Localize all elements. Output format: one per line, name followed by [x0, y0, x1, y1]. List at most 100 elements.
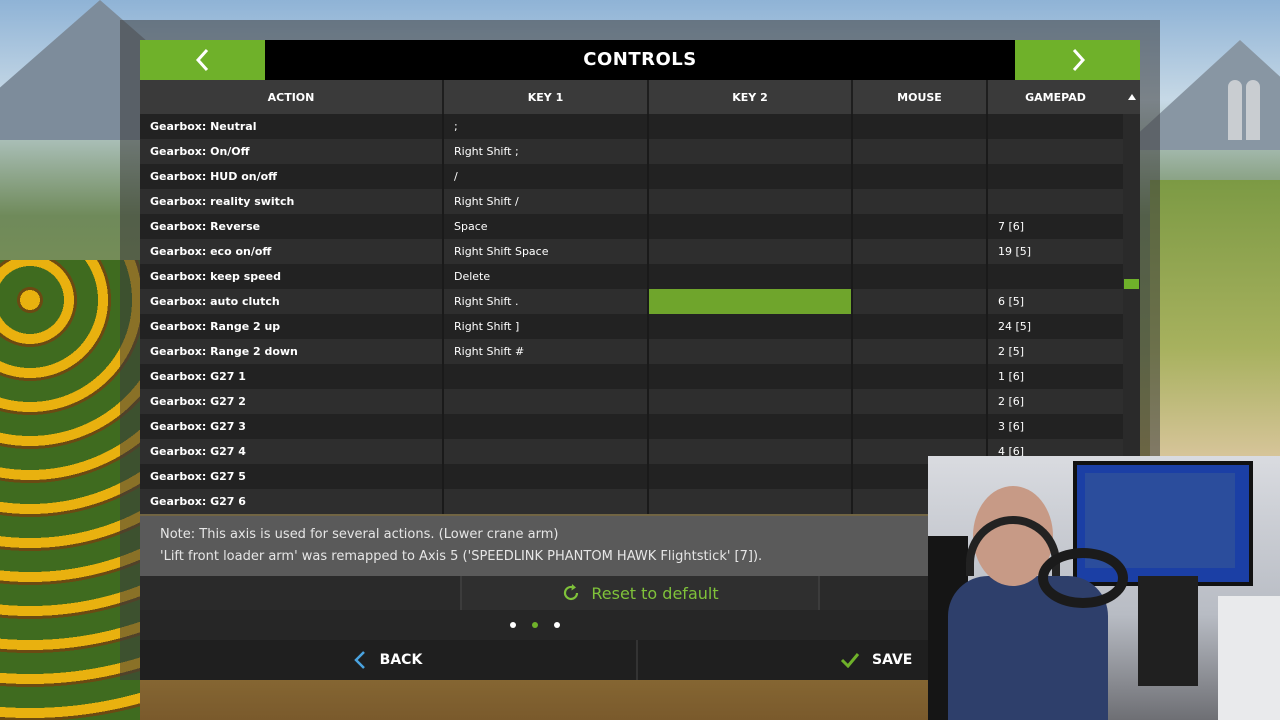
table-row[interactable]: Gearbox: keep speed Delete [140, 264, 1123, 289]
page-dot[interactable] [532, 622, 538, 628]
column-header-key1[interactable]: KEY 1 [444, 80, 649, 114]
binding-cell-key1[interactable] [444, 439, 649, 464]
table-row[interactable]: Gearbox: eco on/off Right Shift Space 19 [… [140, 239, 1123, 264]
column-header-key2[interactable]: KEY 2 [649, 80, 853, 114]
binding-cell-key2[interactable] [649, 364, 853, 389]
binding-cell-key1[interactable]: Delete [444, 264, 649, 289]
page-indicator [140, 610, 930, 640]
silo [1246, 80, 1260, 140]
binding-cell-key1[interactable] [444, 364, 649, 389]
binding-cell-key2[interactable] [649, 139, 853, 164]
binding-cell-key2[interactable] [649, 114, 853, 139]
column-header-action[interactable]: ACTION [140, 80, 444, 114]
binding-cell-key1[interactable] [444, 489, 649, 514]
reset-to-default-button[interactable]: Reset to default [460, 576, 820, 610]
binding-cell-key2[interactable] [649, 339, 853, 364]
action-name-cell: Gearbox: eco on/off [140, 239, 444, 264]
table-row[interactable]: Gearbox: Range 2 up Right Shift ] 24 [5] [140, 314, 1123, 339]
binding-cell-gamepad[interactable]: 2 [6] [988, 389, 1123, 414]
binding-cell-mouse[interactable] [853, 364, 988, 389]
table-row[interactable]: Gearbox: G27 1 1 [6] [140, 364, 1123, 389]
binding-cell-gamepad[interactable] [988, 264, 1123, 289]
page-title: CONTROLS [583, 49, 697, 70]
binding-cell-mouse[interactable] [853, 139, 988, 164]
farm-field [1150, 180, 1280, 460]
binding-cell-key2[interactable] [649, 264, 853, 289]
binding-cell-key2[interactable] [649, 439, 853, 464]
previous-page-button[interactable] [140, 40, 265, 80]
binding-cell-mouse[interactable] [853, 389, 988, 414]
binding-cell-mouse[interactable] [853, 264, 988, 289]
table-row[interactable]: Gearbox: G27 2 2 [6] [140, 389, 1123, 414]
binding-cell-key1[interactable]: Space [444, 214, 649, 239]
page-dot[interactable] [554, 622, 560, 628]
table-row[interactable]: Gearbox: G27 3 3 [6] [140, 414, 1123, 439]
binding-cell-gamepad[interactable] [988, 139, 1123, 164]
scrollbar[interactable] [1123, 80, 1140, 516]
table-row[interactable]: Gearbox: auto clutch Right Shift . 6 [5] [140, 289, 1123, 314]
binding-cell-key1[interactable]: Right Shift # [444, 339, 649, 364]
controls-header: CONTROLS [140, 40, 1140, 80]
scrollbar-thumb[interactable] [1124, 278, 1139, 289]
table-row[interactable]: Gearbox: On/Off Right Shift ; [140, 139, 1123, 164]
binding-cell-mouse[interactable] [853, 414, 988, 439]
action-name-cell: Gearbox: reality switch [140, 189, 444, 214]
column-header-gamepad[interactable]: GAMEPAD [988, 80, 1123, 114]
binding-cell-mouse[interactable] [853, 289, 988, 314]
back-button[interactable]: BACK [140, 640, 638, 680]
table-row[interactable]: Gearbox: reality switch Right Shift / [140, 189, 1123, 214]
table-row[interactable]: Gearbox: Range 2 down Right Shift # 2 [5] [140, 339, 1123, 364]
binding-cell-key2[interactable] [649, 189, 853, 214]
action-name-cell: Gearbox: G27 2 [140, 389, 444, 414]
next-page-button[interactable] [1015, 40, 1140, 80]
binding-cell-key1[interactable]: / [444, 164, 649, 189]
binding-cell-key2[interactable] [649, 214, 853, 239]
binding-cell-key2[interactable] [649, 239, 853, 264]
binding-cell-gamepad[interactable]: 1 [6] [988, 364, 1123, 389]
scroll-up-button[interactable] [1123, 80, 1140, 114]
note-line-1: Note: This axis is used for several acti… [160, 527, 559, 542]
binding-cell-key1[interactable] [444, 389, 649, 414]
binding-cell-key1[interactable]: Right Shift . [444, 289, 649, 314]
binding-cell-key1[interactable]: ; [444, 114, 649, 139]
binding-cell-gamepad[interactable]: 7 [6] [988, 214, 1123, 239]
binding-cell-mouse[interactable] [853, 339, 988, 364]
binding-cell-mouse[interactable] [853, 314, 988, 339]
action-name-cell: Gearbox: On/Off [140, 139, 444, 164]
binding-cell-key2[interactable] [649, 164, 853, 189]
binding-cell-key2[interactable] [649, 389, 853, 414]
binding-cell-mouse[interactable] [853, 189, 988, 214]
binding-cell-key1[interactable] [444, 414, 649, 439]
binding-cell-key1[interactable]: Right Shift ; [444, 139, 649, 164]
binding-cell-key2[interactable] [649, 289, 853, 314]
action-name-cell: Gearbox: Range 2 up [140, 314, 444, 339]
binding-cell-gamepad[interactable]: 2 [5] [988, 339, 1123, 364]
binding-cell-gamepad[interactable]: 24 [5] [988, 314, 1123, 339]
table-row[interactable]: Gearbox: HUD on/off / [140, 164, 1123, 189]
binding-cell-mouse[interactable] [853, 114, 988, 139]
binding-cell-mouse[interactable] [853, 164, 988, 189]
binding-cell-gamepad[interactable] [988, 189, 1123, 214]
column-header-mouse[interactable]: MOUSE [853, 80, 988, 114]
binding-cell-gamepad[interactable]: 19 [5] [988, 239, 1123, 264]
binding-cell-key2[interactable] [649, 414, 853, 439]
refresh-icon [564, 584, 579, 601]
binding-cell-key2[interactable] [649, 464, 853, 489]
table-row[interactable]: Gearbox: Reverse Space 7 [6] [140, 214, 1123, 239]
binding-cell-gamepad[interactable]: 3 [6] [988, 414, 1123, 439]
binding-cell-gamepad[interactable]: 6 [5] [988, 289, 1123, 314]
binding-cell-mouse[interactable] [853, 214, 988, 239]
binding-cell-key1[interactable]: Right Shift Space [444, 239, 649, 264]
checkmark-icon [840, 653, 860, 668]
page-dot[interactable] [510, 622, 516, 628]
binding-cell-gamepad[interactable] [988, 164, 1123, 189]
binding-cell-key2[interactable] [649, 489, 853, 514]
binding-cell-mouse[interactable] [853, 239, 988, 264]
binding-cell-gamepad[interactable] [988, 114, 1123, 139]
binding-cell-key1[interactable]: Right Shift ] [444, 314, 649, 339]
sunflower-field [0, 260, 140, 720]
binding-cell-key1[interactable]: Right Shift / [444, 189, 649, 214]
binding-cell-key2[interactable] [649, 314, 853, 339]
table-row[interactable]: Gearbox: Neutral; [140, 114, 1123, 139]
binding-cell-key1[interactable] [444, 464, 649, 489]
